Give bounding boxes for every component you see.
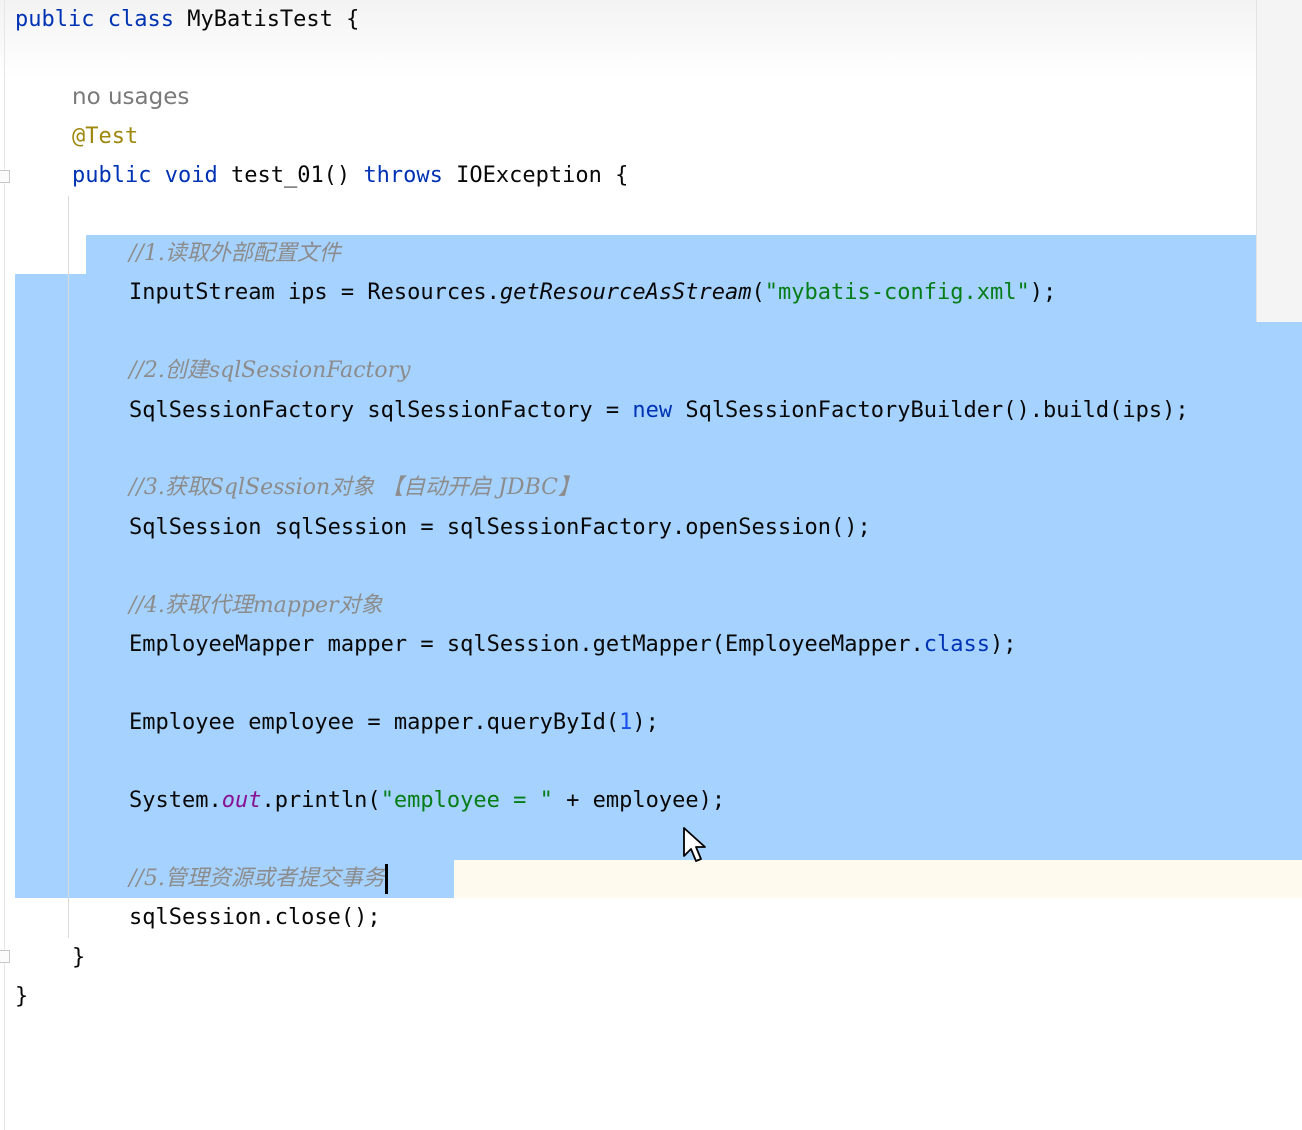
comment-line-5: //5.管理资源或者提交事务 <box>129 864 388 894</box>
code-line-close: sqlSession.close(); <box>129 905 381 930</box>
test-annotation: @Test <box>72 124 139 149</box>
code-line-print: System.out.println("employee = " + emplo… <box>129 788 726 813</box>
comment-line-2: //2.创建sqlSessionFactory <box>129 358 411 383</box>
current-line-highlight <box>454 860 1302 898</box>
fold-method-end-icon[interactable] <box>0 950 10 963</box>
method-declaration-line: public void test_01() throws IOException… <box>72 163 629 188</box>
comment-line-3: //3.获取SqlSession对象 【自动开启 JDBC】 <box>129 475 580 500</box>
text-caret <box>384 864 388 894</box>
editor-scrollbar[interactable] <box>1256 0 1302 322</box>
class-closing-brace: } <box>15 984 29 1009</box>
code-line-session: SqlSession sqlSession = sqlSessionFactor… <box>129 515 871 540</box>
code-line-factory: SqlSessionFactory sqlSessionFactory = ne… <box>129 398 1189 423</box>
mouse-pointer-icon <box>683 827 706 862</box>
comment-line-4: //4.获取代理mapper对象 <box>129 593 383 618</box>
code-editor[interactable]: public class MyBatisTest { no usages @Te… <box>0 0 1302 1130</box>
code-line-employee: Employee employee = mapper.queryById(1); <box>129 710 659 735</box>
indent-guide <box>68 196 69 938</box>
comment-line-1: //1.读取外部配置文件 <box>129 241 341 266</box>
method-closing-brace: } <box>72 945 86 970</box>
code-line-inputstream: InputStream ips = Resources.getResourceA… <box>129 280 1057 305</box>
class-declaration-line: public class MyBatisTest { <box>15 7 360 32</box>
fold-method-icon[interactable] <box>0 170 10 183</box>
code-line-mapper: EmployeeMapper mapper = sqlSession.getMa… <box>129 632 1017 657</box>
usages-inlay-hint[interactable]: no usages <box>72 82 189 112</box>
